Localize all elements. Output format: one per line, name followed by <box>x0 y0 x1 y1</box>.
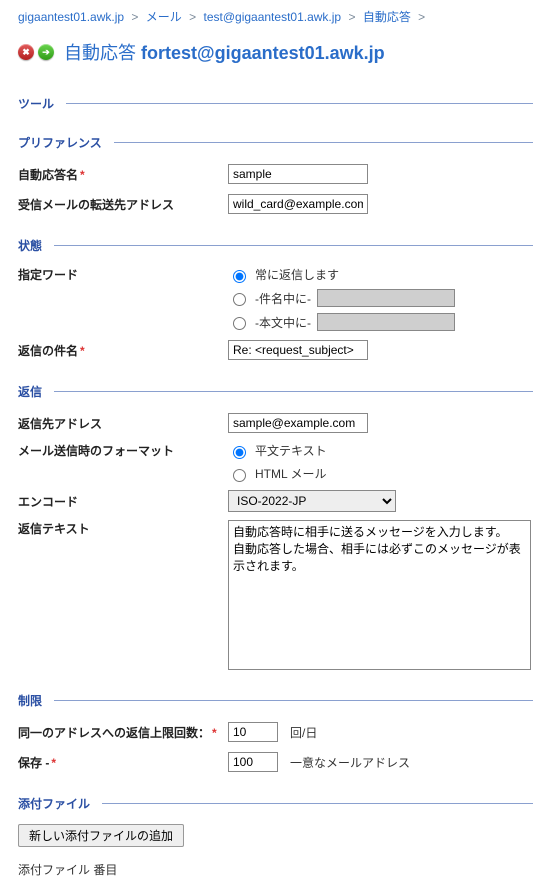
keyword-radio-always-label: 常に返信します <box>255 266 339 283</box>
store-suffix: 一意なメールアドレス <box>290 754 410 771</box>
add-attachment-button[interactable]: 新しい添付ファイルの追加 <box>18 824 184 847</box>
mail-format-html-label: HTML メール <box>255 465 327 482</box>
mail-format-radio-html[interactable] <box>233 469 246 482</box>
cancel-icon[interactable] <box>18 44 34 60</box>
reply-limit-suffix: 回/日 <box>290 724 317 741</box>
mail-format-option-html[interactable]: HTML メール <box>228 465 327 482</box>
keyword-radio-group: 常に返信します -件名中に- -本文中に- <box>228 266 455 331</box>
breadcrumb-sep: > <box>418 10 425 24</box>
mail-format-plain-label: 平文テキスト <box>255 442 327 459</box>
reply-subject-label: 返信の件名* <box>18 342 228 359</box>
autoresponder-name-label: 自動応答名* <box>18 166 228 183</box>
breadcrumb-item-3[interactable]: 自動応答 <box>363 10 411 24</box>
keyword-radio-subject-label: -件名中に- <box>255 290 311 307</box>
keyword-label: 指定ワード <box>18 266 228 283</box>
keyword-subject-input[interactable] <box>317 289 455 307</box>
page-title-prefix: 自動応答 <box>64 43 136 63</box>
section-prefs: プリファレンス <box>18 134 533 151</box>
page-title: 自動応答 fortest@gigaantest01.awk.jp <box>64 39 385 65</box>
reply-limit-input[interactable] <box>228 722 278 742</box>
store-label: 保存 -* <box>18 754 228 771</box>
breadcrumb-item-0[interactable]: gigaantest01.awk.jp <box>18 10 124 24</box>
section-tools-label: ツール <box>18 95 54 112</box>
section-limits: 制限 <box>18 692 533 709</box>
encoding-select[interactable]: ISO-2022-JP <box>228 490 396 512</box>
reply-limit-label: 同一のアドレスへの返信上限回数：* <box>18 724 228 741</box>
breadcrumb: gigaantest01.awk.jp > メール > test@gigaant… <box>18 8 533 25</box>
breadcrumb-item-1[interactable]: メール <box>146 10 182 24</box>
autoresponder-name-input[interactable] <box>228 164 368 184</box>
reply-subject-input[interactable] <box>228 340 368 360</box>
breadcrumb-sep: > <box>348 10 355 24</box>
section-status: 状態 <box>18 237 533 254</box>
keyword-option-subject[interactable]: -件名中に- <box>228 289 455 307</box>
breadcrumb-sep: > <box>189 10 196 24</box>
encoding-label: エンコード <box>18 493 228 510</box>
keyword-radio-subject[interactable] <box>233 293 246 306</box>
section-status-label: 状態 <box>18 237 42 254</box>
reply-text-label: 返信テキスト <box>18 520 228 537</box>
breadcrumb-sep: > <box>131 10 138 24</box>
keyword-radio-body-label: -本文中に- <box>255 314 311 331</box>
reply-text-input[interactable] <box>228 520 531 670</box>
mail-format-label: メール送信時のフォーマット <box>18 442 228 459</box>
forward-address-input[interactable] <box>228 194 368 214</box>
mail-format-option-plain[interactable]: 平文テキスト <box>228 442 327 459</box>
section-divider <box>54 391 533 392</box>
ok-icon[interactable] <box>38 44 54 60</box>
breadcrumb-item-2[interactable]: test@gigaantest01.awk.jp <box>204 10 342 24</box>
store-input[interactable] <box>228 752 278 772</box>
keyword-option-body[interactable]: -本文中に- <box>228 313 455 331</box>
reply-to-label: 返信先アドレス <box>18 415 228 432</box>
section-limits-label: 制限 <box>18 692 42 709</box>
section-reply-label: 返信 <box>18 383 42 400</box>
page-title-suffix: fortest@gigaantest01.awk.jp <box>141 43 385 63</box>
section-prefs-label: プリファレンス <box>18 134 102 151</box>
section-divider <box>66 103 533 104</box>
keyword-radio-body[interactable] <box>233 317 246 330</box>
page-title-row: 自動応答 fortest@gigaantest01.awk.jp <box>18 39 533 65</box>
section-divider <box>114 142 533 143</box>
section-reply: 返信 <box>18 383 533 400</box>
keyword-option-always[interactable]: 常に返信します <box>228 266 455 283</box>
keyword-body-input[interactable] <box>317 313 455 331</box>
section-attach-label: 添付ファイル <box>18 795 90 812</box>
forward-address-label: 受信メールの転送先アドレス <box>18 196 228 213</box>
mail-format-group: 平文テキスト HTML メール <box>228 442 327 482</box>
section-divider <box>102 803 533 804</box>
section-attach: 添付ファイル <box>18 795 533 812</box>
section-tools: ツール <box>18 95 533 112</box>
reply-to-input[interactable] <box>228 413 368 433</box>
keyword-radio-always[interactable] <box>233 270 246 283</box>
section-divider <box>54 700 533 701</box>
section-divider <box>54 245 533 246</box>
mail-format-radio-plain[interactable] <box>233 446 246 459</box>
